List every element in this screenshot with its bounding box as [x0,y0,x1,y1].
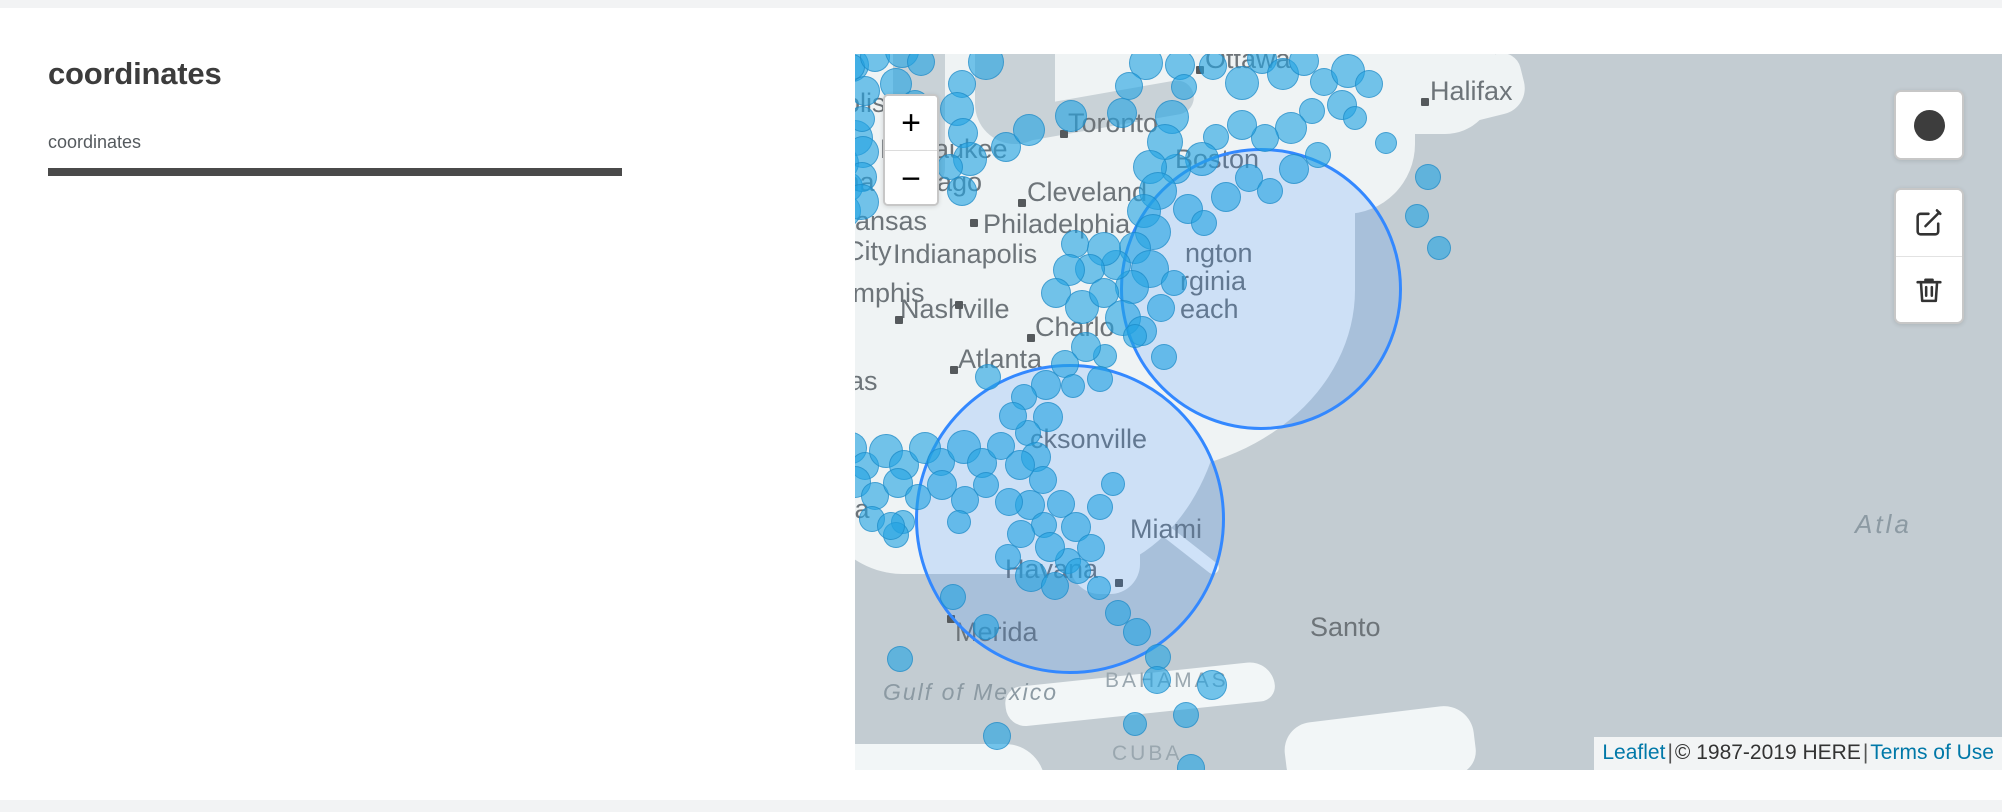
draw-edit-group[interactable] [1894,188,1964,324]
map-marker [1055,100,1087,132]
label-cuba: CUBA [1112,742,1183,765]
draw-circlemarker-button[interactable] [1896,92,1962,158]
coordinates-field-bar[interactable] [48,168,622,176]
map-marker [983,722,1011,750]
map-marker [1375,132,1397,154]
content-card: coordinates coordinates Atla Gulf of Mex… [0,8,2002,800]
map-marker [887,646,913,672]
map-marker [1123,712,1147,736]
map-marker [1151,344,1177,370]
label-gulf-of-mexico: Gulf of Mexico [883,679,1058,705]
city-dot-nashville [895,316,903,324]
map-marker [1355,70,1383,98]
map-marker [1161,270,1187,296]
map-marker [1035,532,1065,562]
city-dot-indianapolis [970,219,978,227]
city-dot-atlanta [950,366,958,374]
map-marker [1147,294,1175,322]
page-title: coordinates [48,56,222,91]
map-marker [940,584,966,610]
map-marker [999,402,1027,430]
map-marker [975,364,1001,390]
attribution-copyright: © 1987-2019 HERE [1674,740,1861,764]
city-dot-charlotte [1027,334,1035,342]
map-marker [1065,558,1091,584]
map-marker [995,488,1023,516]
map-marker [1087,576,1111,600]
map-marker [1305,142,1331,168]
map-marker [1143,666,1171,694]
map-marker [1173,702,1199,728]
city-dot-memphis [955,301,963,309]
map-marker [1405,204,1429,228]
map-marker [1211,182,1241,212]
map-marker [1101,472,1125,496]
edit-layers-button[interactable] [1896,190,1962,256]
map-marker [1343,106,1367,130]
map-marker [973,472,999,498]
map-marker [1171,74,1197,100]
map-marker [1087,494,1113,520]
leaflet-map[interactable]: Atla Gulf of Mexico CUBA BAHAMAS olis Ot… [855,54,2002,770]
map-marker [1041,572,1069,600]
map-attribution: Leaflet|© 1987-2019 HERE|Terms of Use [1594,736,2002,770]
city-label-memphis: Memphis [855,278,925,308]
draw-toolbar[interactable] [1894,90,1964,324]
label-atlantic-ocean: Atla [1855,509,1912,539]
attribution-separator-1: | [1667,740,1673,764]
city-dot-halifax [1421,98,1429,106]
map-marker [877,512,905,540]
attribution-separator-2: | [1862,740,1869,764]
map-marker [947,510,971,534]
draw-create-group[interactable] [1894,90,1964,160]
map-marker [1415,164,1441,190]
map-marker [947,176,977,206]
city-label-halifax: Halifax [1430,76,1513,106]
map-marker [1013,114,1045,146]
map-marker [1197,670,1227,700]
zoom-in-button[interactable]: + [885,96,937,151]
land-hispaniola [1281,702,1479,770]
trash-icon [1916,278,1942,302]
page-root: coordinates coordinates Atla Gulf of Mex… [0,0,2002,812]
map-marker [1275,112,1307,144]
map-marker [1115,72,1143,100]
zoom-out-button[interactable]: − [885,151,937,204]
map-marker [1123,618,1151,646]
circle-marker-icon [1913,109,1945,141]
map-marker [973,614,999,640]
city-dot-cleveland [1018,199,1026,207]
map-marker [1257,178,1283,204]
map-marker [1227,110,1257,140]
leaflet-link[interactable]: Leaflet [1602,741,1665,764]
terms-of-use-link[interactable]: Terms of Use [1870,741,1994,764]
zoom-control[interactable]: + − [883,94,939,206]
city-label-dallas: llas [855,366,878,396]
city-label-kansas-city: City [855,236,892,266]
edit-pencil-icon [1916,209,1942,236]
map-marker [1177,754,1205,770]
land-yucatan [855,744,1045,770]
map-marker [1427,236,1451,260]
city-label-indianapolis: Indianapolis [893,239,1038,269]
city-label-santo-domingo: Santo [1310,612,1381,642]
map-marker [1061,374,1085,398]
delete-layers-button[interactable] [1896,256,1962,322]
map-marker [1191,210,1217,236]
map-marker [1087,366,1113,392]
map-marker [1123,324,1147,348]
map-marker [1005,450,1035,480]
left-panel: coordinates coordinates [0,8,855,800]
coordinates-field-label: coordinates [48,132,142,152]
map-tile-canvas[interactable]: Atla Gulf of Mexico CUBA BAHAMAS olis Ot… [855,54,2002,770]
map-marker [1107,98,1137,128]
